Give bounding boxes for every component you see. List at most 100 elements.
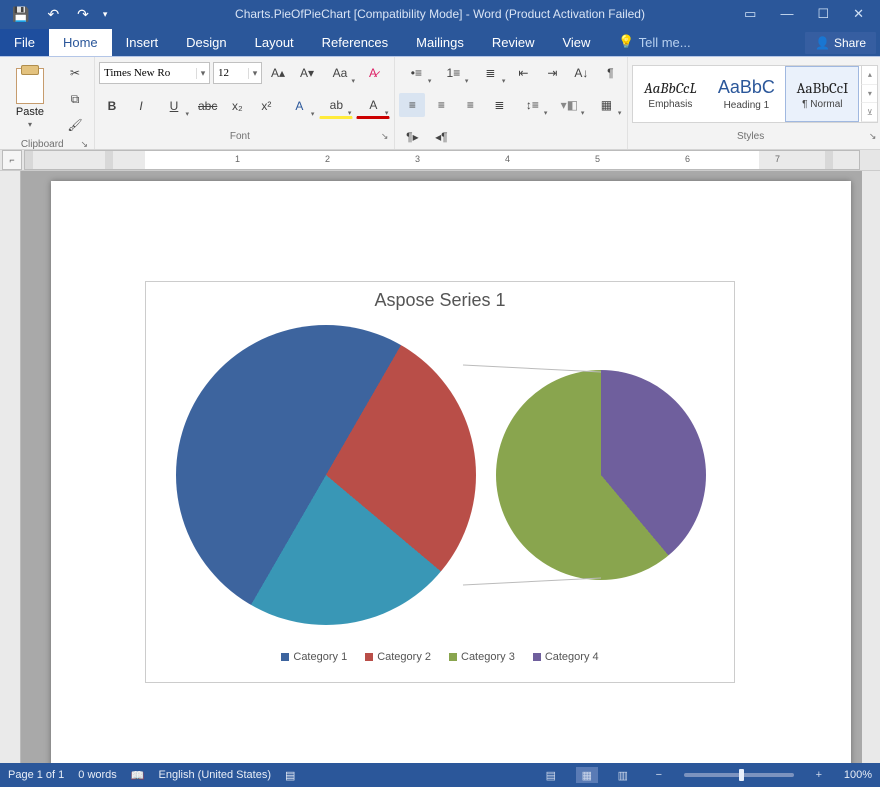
zoom-in-icon[interactable]: + <box>808 767 830 783</box>
page[interactable]: Aspose Series 1 Category 1 Category 2 Ca… <box>51 181 851 763</box>
tab-references[interactable]: References <box>308 29 402 56</box>
paste-button[interactable]: Paste ▾ <box>4 59 56 137</box>
rtl-icon[interactable]: ◂¶ <box>428 125 454 149</box>
group-paragraph: •≡ 1≡ ≣ ⇤ ⇥ A↓ ¶ ≡ ≡ ≡ ≣ ↕≡ ▾◧ ▦ <box>395 57 628 149</box>
superscript-button[interactable]: x² <box>253 94 279 118</box>
italic-button[interactable]: I <box>128 94 154 118</box>
word-count[interactable]: 0 words <box>78 769 117 781</box>
strikethrough-button[interactable]: abc <box>194 94 221 118</box>
undo-icon[interactable]: ↶ <box>43 3 63 26</box>
line-spacing-icon[interactable]: ↕≡ <box>515 93 549 117</box>
redo-icon[interactable]: ↷ <box>73 3 93 26</box>
style-gallery-scroll[interactable]: ▴ ▾ ⊻ <box>861 66 877 122</box>
font-name-input[interactable] <box>100 67 196 79</box>
status-bar: Page 1 of 1 0 words 📖 English (United St… <box>0 763 880 787</box>
quick-access-toolbar: 💾 ↶ ↷ ▾ <box>0 3 115 26</box>
align-right-icon[interactable]: ≡ <box>457 93 483 117</box>
chart-object[interactable]: Aspose Series 1 Category 1 Category 2 Ca… <box>145 281 735 683</box>
pie-connector-lines <box>146 315 734 645</box>
chart-legend: Category 1 Category 2 Category 3 Categor… <box>146 645 734 673</box>
page-indicator[interactable]: Page 1 of 1 <box>8 769 64 781</box>
tab-file[interactable]: File <box>0 29 49 56</box>
subscript-button[interactable]: x₂ <box>224 94 250 118</box>
tab-mailings[interactable]: Mailings <box>402 29 478 56</box>
chevron-down-icon: ▾ <box>28 120 32 129</box>
show-marks-icon[interactable]: ¶ <box>597 61 623 85</box>
change-case-icon[interactable]: Aa <box>323 61 357 85</box>
vertical-scrollbar[interactable] <box>862 171 880 763</box>
style-gallery[interactable]: AaBbCcL Emphasis AaBbC Heading 1 AaBbCcI… <box>632 65 878 123</box>
copy-icon[interactable]: ⧉ <box>62 87 88 111</box>
ribbon-options-icon[interactable]: ▭ <box>744 6 756 22</box>
underline-button[interactable]: U <box>157 94 191 118</box>
chevron-down-icon[interactable]: ▾ <box>861 85 877 104</box>
font-color-icon[interactable]: A <box>356 93 390 119</box>
style-emphasis[interactable]: AaBbCcL Emphasis <box>633 66 707 122</box>
vertical-ruler[interactable] <box>0 171 21 763</box>
zoom-out-icon[interactable]: − <box>648 767 670 783</box>
tab-design[interactable]: Design <box>172 29 240 56</box>
numbering-icon[interactable]: 1≡ <box>436 61 470 85</box>
expand-gallery-icon[interactable]: ⊻ <box>861 103 877 122</box>
ltr-icon[interactable]: ¶▸ <box>399 125 425 149</box>
highlight-icon[interactable]: ab <box>319 93 353 119</box>
shrink-font-icon[interactable]: A▾ <box>294 61 320 85</box>
read-mode-icon[interactable]: ▤ <box>540 767 562 783</box>
zoom-slider[interactable] <box>684 773 794 777</box>
style-heading1[interactable]: AaBbC Heading 1 <box>709 66 783 122</box>
tell-me-search[interactable]: 💡 Tell me... <box>604 28 704 56</box>
font-name-combo[interactable]: ▾ <box>99 62 210 84</box>
ruler-scale[interactable]: 1 2 3 4 5 6 7 <box>24 150 860 170</box>
bullets-icon[interactable]: •≡ <box>399 61 433 85</box>
tab-view[interactable]: View <box>548 29 604 56</box>
tab-layout[interactable]: Layout <box>241 29 308 56</box>
zoom-level[interactable]: 100% <box>844 769 872 781</box>
cut-icon[interactable]: ✂ <box>62 61 88 85</box>
align-left-icon[interactable]: ≡ <box>399 93 425 117</box>
text-effects-icon[interactable]: A <box>282 94 316 118</box>
share-button[interactable]: 👤 Share <box>805 32 876 54</box>
chart-plot-area <box>146 315 734 645</box>
font-size-combo[interactable]: ▾ <box>213 62 262 84</box>
clear-formatting-icon[interactable]: A̷ <box>360 61 386 85</box>
sort-icon[interactable]: A↓ <box>568 61 594 85</box>
format-painter-icon[interactable]: 🖌 <box>62 113 88 137</box>
horizontal-ruler[interactable]: ⌐ 1 2 3 4 5 6 7 <box>0 150 880 171</box>
multilevel-list-icon[interactable]: ≣ <box>473 61 507 85</box>
grow-font-icon[interactable]: A▴ <box>265 61 291 85</box>
style-preview: AaBbCcI <box>796 79 848 97</box>
dialog-launcher-icon[interactable]: ↘ <box>869 131 877 142</box>
print-layout-icon[interactable]: ▦ <box>576 767 598 783</box>
group-clipboard: Paste ▾ ✂ ⧉ 🖌 Clipboard↘ <box>0 57 95 149</box>
minimize-icon[interactable]: ― <box>780 6 793 22</box>
chevron-down-icon[interactable]: ▾ <box>248 68 261 79</box>
tab-home[interactable]: Home <box>49 29 112 56</box>
bold-button[interactable]: B <box>99 94 125 118</box>
decrease-indent-icon[interactable]: ⇤ <box>510 61 536 85</box>
document-canvas[interactable]: Aspose Series 1 Category 1 Category 2 Ca… <box>21 171 862 763</box>
close-icon[interactable]: ✕ <box>853 6 864 22</box>
save-icon[interactable]: 💾 <box>8 3 33 26</box>
legend-label: Category 4 <box>545 651 599 663</box>
maximize-icon[interactable]: ☐ <box>817 6 829 22</box>
chevron-down-icon[interactable]: ▾ <box>196 68 209 79</box>
shading-icon[interactable]: ▾◧ <box>552 93 586 117</box>
spellcheck-icon[interactable]: 📖 <box>131 769 145 782</box>
increase-indent-icon[interactable]: ⇥ <box>539 61 565 85</box>
justify-icon[interactable]: ≣ <box>486 93 512 117</box>
dialog-launcher-icon[interactable]: ↘ <box>80 139 88 150</box>
font-size-input[interactable] <box>214 67 248 79</box>
tab-insert[interactable]: Insert <box>112 29 173 56</box>
qat-dropdown-icon[interactable]: ▾ <box>103 9 108 20</box>
tab-selector-icon[interactable]: ⌐ <box>2 150 22 170</box>
chevron-up-icon[interactable]: ▴ <box>861 66 877 85</box>
align-center-icon[interactable]: ≡ <box>428 93 454 117</box>
group-label-font: Font <box>230 131 250 142</box>
borders-icon[interactable]: ▦ <box>589 93 623 117</box>
macro-icon[interactable]: ▤ <box>285 769 295 782</box>
tab-review[interactable]: Review <box>478 29 549 56</box>
language-indicator[interactable]: English (United States) <box>159 769 272 781</box>
dialog-launcher-icon[interactable]: ↘ <box>381 131 389 142</box>
web-layout-icon[interactable]: ▥ <box>612 767 634 783</box>
style-normal[interactable]: AaBbCcI ¶ Normal <box>785 66 859 122</box>
